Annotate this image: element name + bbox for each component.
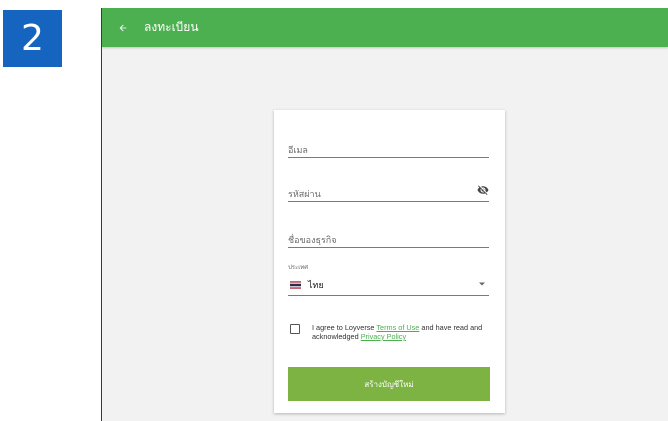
country-label: ประเทศ (288, 265, 309, 271)
eye-off-icon[interactable] (477, 184, 489, 196)
signup-card: ประเทศ ไทย I agree to Loyverse Terms of … (274, 110, 505, 413)
step-number-badge: 2 (3, 10, 62, 67)
password-field-container (288, 184, 489, 202)
agree-checkbox[interactable] (290, 324, 300, 334)
thailand-flag-icon (290, 280, 301, 289)
privacy-policy-link[interactable]: Privacy Policy (361, 332, 406, 341)
business-name-field-container (288, 230, 489, 248)
dropdown-arrow-icon (479, 282, 485, 286)
arrow-left-icon (119, 24, 127, 31)
app-bar: ลงทะเบียน (102, 8, 668, 47)
agree-prefix: I agree to Loyverse (312, 323, 377, 332)
business-name-field[interactable] (288, 233, 489, 245)
country-select[interactable]: ไทย (288, 274, 489, 296)
agree-text: I agree to Loyverse Terms of Use and hav… (312, 323, 490, 341)
app-window: ลงทะเบียน ประเทศ ไทย (101, 8, 668, 421)
terms-agreement: I agree to Loyverse Terms of Use and hav… (290, 323, 490, 341)
email-field-container (288, 140, 489, 158)
page-title: ลงทะเบียน (144, 20, 199, 34)
create-account-button[interactable]: สร้างบัญชีใหม่ (288, 367, 490, 401)
email-field[interactable] (288, 143, 489, 155)
terms-of-use-link[interactable]: Terms of Use (376, 323, 419, 332)
country-value: ไทย (308, 279, 324, 290)
back-button[interactable] (102, 8, 144, 47)
password-field[interactable] (288, 187, 489, 199)
